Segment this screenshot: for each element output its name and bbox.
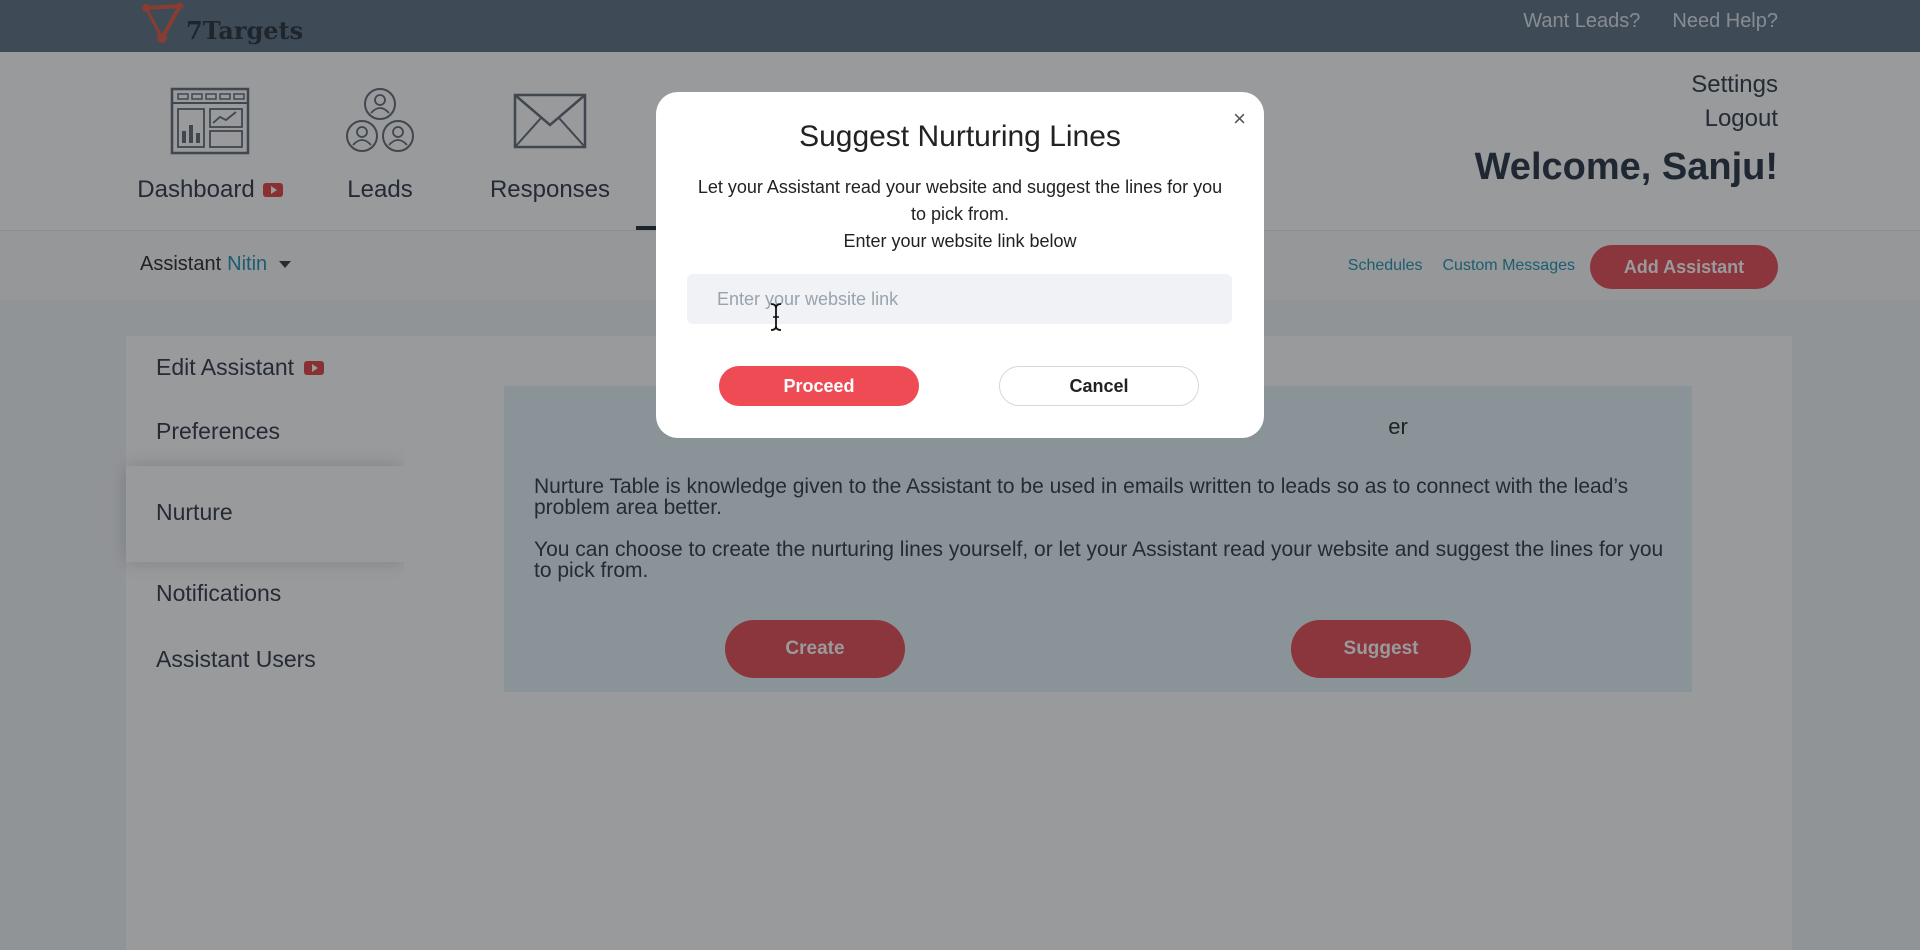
- modal-description-line: Let your Assistant read your website and…: [697, 177, 1223, 224]
- text-cursor-icon: [770, 303, 782, 331]
- proceed-button[interactable]: Proceed: [719, 366, 919, 406]
- modal-description: Let your Assistant read your website and…: [696, 174, 1224, 255]
- cancel-button[interactable]: Cancel: [999, 366, 1199, 406]
- suggest-nurturing-modal: × Suggest Nurturing Lines Let your Assis…: [656, 92, 1264, 438]
- modal-title: Suggest Nurturing Lines: [799, 120, 1121, 153]
- modal-description-line: Enter your website link below: [843, 231, 1077, 251]
